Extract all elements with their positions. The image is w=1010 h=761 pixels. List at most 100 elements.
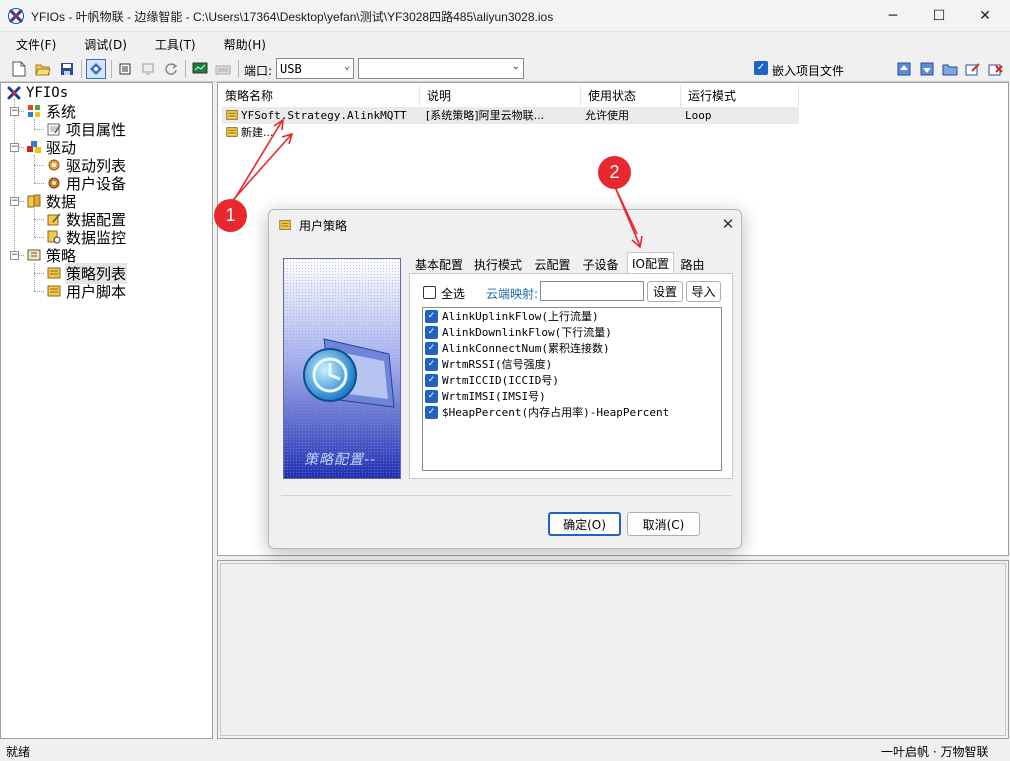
menu-tools[interactable]: 工具(T): [147, 34, 196, 55]
script-icon: [47, 285, 61, 297]
output-pane: [217, 560, 1009, 739]
select-all-label: 全选: [441, 287, 466, 301]
tree-item-strategy-list[interactable]: 策略列表: [46, 262, 128, 284]
tree-item-user-script[interactable]: 用户脚本: [46, 282, 127, 301]
io-item-label: AlinkUplinkFlow(上行流量): [442, 310, 599, 323]
tab-io-config[interactable]: IO配置: [627, 252, 674, 274]
tree-item-data-monitor[interactable]: 数据监控: [46, 228, 127, 247]
tree-root[interactable]: YFIOs: [6, 84, 69, 102]
tab-execution-mode[interactable]: 执行模式: [471, 255, 525, 274]
download-icon[interactable]: [115, 59, 135, 79]
column-header-mode[interactable]: 运行模式: [681, 85, 799, 106]
menu-file[interactable]: 文件(F): [8, 34, 56, 55]
tree-item-label: 用户脚本: [66, 282, 127, 301]
refresh-icon[interactable]: [161, 59, 181, 79]
strategy-config-banner: 策略配置--: [283, 258, 401, 479]
properties-icon: [47, 123, 61, 136]
monitor-icon[interactable]: [190, 59, 210, 79]
toolbar: 端口: USB ⌄ ⌄ ✓ 嵌入项目文件: [0, 56, 1010, 82]
tree-connector: [34, 291, 44, 292]
set-button[interactable]: 设置: [647, 281, 683, 302]
driver-blocks-icon: [27, 141, 41, 153]
keyboard-icon[interactable]: [213, 59, 233, 79]
collapse-icon[interactable]: −: [10, 107, 19, 116]
collapse-icon[interactable]: −: [10, 143, 19, 152]
column-header-status[interactable]: 使用状态: [581, 85, 681, 106]
dialog-separator: [281, 495, 731, 496]
tree-connector: [34, 119, 35, 129]
strategy-status-cell: 允许使用: [585, 109, 629, 122]
tab-routing[interactable]: 路由: [674, 255, 711, 274]
open-folder-icon[interactable]: [33, 59, 53, 79]
toolbar-separator: [111, 60, 112, 78]
dialog-close-button[interactable]: ✕: [718, 214, 738, 234]
edit-icon[interactable]: [963, 59, 983, 79]
tree-group-data[interactable]: 数据: [26, 192, 77, 211]
io-list-item[interactable]: ✓ WrtmICCID(ICCID号): [425, 372, 559, 388]
port-select[interactable]: USB ⌄: [276, 58, 354, 79]
folder-icon[interactable]: [940, 59, 960, 79]
new-file-icon[interactable]: [9, 59, 29, 79]
database-icon: [27, 194, 41, 208]
checked-icon: ✓: [425, 341, 438, 355]
port-label: 端口:: [244, 64, 273, 78]
menu-debug[interactable]: 调试(D): [76, 34, 127, 55]
io-list-item[interactable]: ✓ AlinkUplinkFlow(上行流量): [425, 308, 599, 324]
collapse-icon[interactable]: −: [10, 251, 19, 260]
delete-icon[interactable]: [986, 59, 1006, 79]
connect-device-icon[interactable]: [86, 59, 106, 79]
tree-item-driver-list[interactable]: 驱动列表: [46, 156, 127, 175]
ok-button[interactable]: 确定(O): [548, 512, 621, 536]
move-up-icon[interactable]: [894, 59, 914, 79]
menu-help[interactable]: 帮助(H): [216, 34, 266, 55]
embed-project-checkbox[interactable]: ✓: [754, 61, 768, 75]
column-header-name[interactable]: 策略名称: [218, 85, 420, 106]
tree-group-strategy[interactable]: 策略: [26, 246, 77, 265]
tree-connector: [34, 183, 44, 184]
upload-icon[interactable]: [138, 59, 158, 79]
cloud-map-input[interactable]: [540, 281, 644, 301]
io-list-item[interactable]: ✓ AlinkConnectNum(累积连接数): [425, 340, 610, 356]
io-item-label: AlinkDownlinkFlow(下行流量): [442, 326, 612, 339]
project-tree: YFIOs − 系统 项目属性 − 驱动 驱动列表 用户设备 − 数据 数据配置…: [0, 82, 213, 739]
tree-group-system[interactable]: 系统: [26, 102, 77, 121]
tab-sub-device[interactable]: 子设备: [579, 255, 622, 274]
tree-item-project-properties[interactable]: 项目属性: [46, 120, 127, 139]
select-all-checkbox[interactable]: [423, 286, 436, 299]
io-list-item[interactable]: ✓ AlinkDownlinkFlow(下行流量): [425, 324, 612, 340]
io-list-item[interactable]: ✓ $HeapPercent(内存占用率)-HeapPercent: [425, 404, 669, 420]
embed-project-label: 嵌入项目文件: [772, 64, 845, 78]
table-row[interactable]: YFSoft.Strategy.AlinkMQTT [系统策略]阿里云物联...…: [222, 107, 799, 124]
output-pane-inner: [220, 563, 1006, 736]
tab-basic-config[interactable]: 基本配置: [412, 255, 466, 274]
io-item-label: WrtmRSSI(信号强度): [442, 358, 553, 371]
device-select[interactable]: ⌄: [358, 58, 524, 79]
tree-connector: [14, 99, 15, 255]
tab-cloud-config[interactable]: 云配置: [531, 255, 574, 274]
close-window-button[interactable]: ✕: [962, 0, 1008, 32]
io-item-label: WrtmIMSI(IMSI号): [442, 390, 546, 403]
save-icon[interactable]: [57, 59, 77, 79]
io-list-item[interactable]: ✓ WrtmRSSI(信号强度): [425, 356, 552, 372]
maximize-button[interactable]: ☐: [916, 0, 962, 32]
script-icon: [279, 220, 291, 230]
banner-caption: 策略配置--: [304, 452, 377, 468]
app-logo-icon: [8, 8, 24, 24]
script-icon: [226, 127, 238, 137]
checked-icon: ✓: [425, 405, 438, 419]
tree-group-driver[interactable]: 驱动: [26, 138, 77, 157]
move-down-icon[interactable]: [917, 59, 937, 79]
tree-connector: [34, 219, 44, 220]
table-row[interactable]: 新建...: [222, 124, 799, 141]
toolbar-separator: [238, 60, 239, 78]
column-header-description[interactable]: 说明: [420, 85, 581, 106]
strategy-name-cell: YFSoft.Strategy.AlinkMQTT: [241, 109, 407, 122]
io-list-item[interactable]: ✓ WrtmIMSI(IMSI号): [425, 388, 546, 404]
tree-item-user-device[interactable]: 用户设备: [46, 174, 127, 193]
minimize-button[interactable]: ─: [870, 0, 916, 32]
toolbar-separator: [185, 60, 186, 78]
tree-item-data-config[interactable]: 数据配置: [46, 210, 127, 229]
collapse-icon[interactable]: −: [10, 197, 19, 206]
cancel-button[interactable]: 取消(C): [627, 512, 700, 536]
import-button[interactable]: 导入: [686, 281, 721, 302]
